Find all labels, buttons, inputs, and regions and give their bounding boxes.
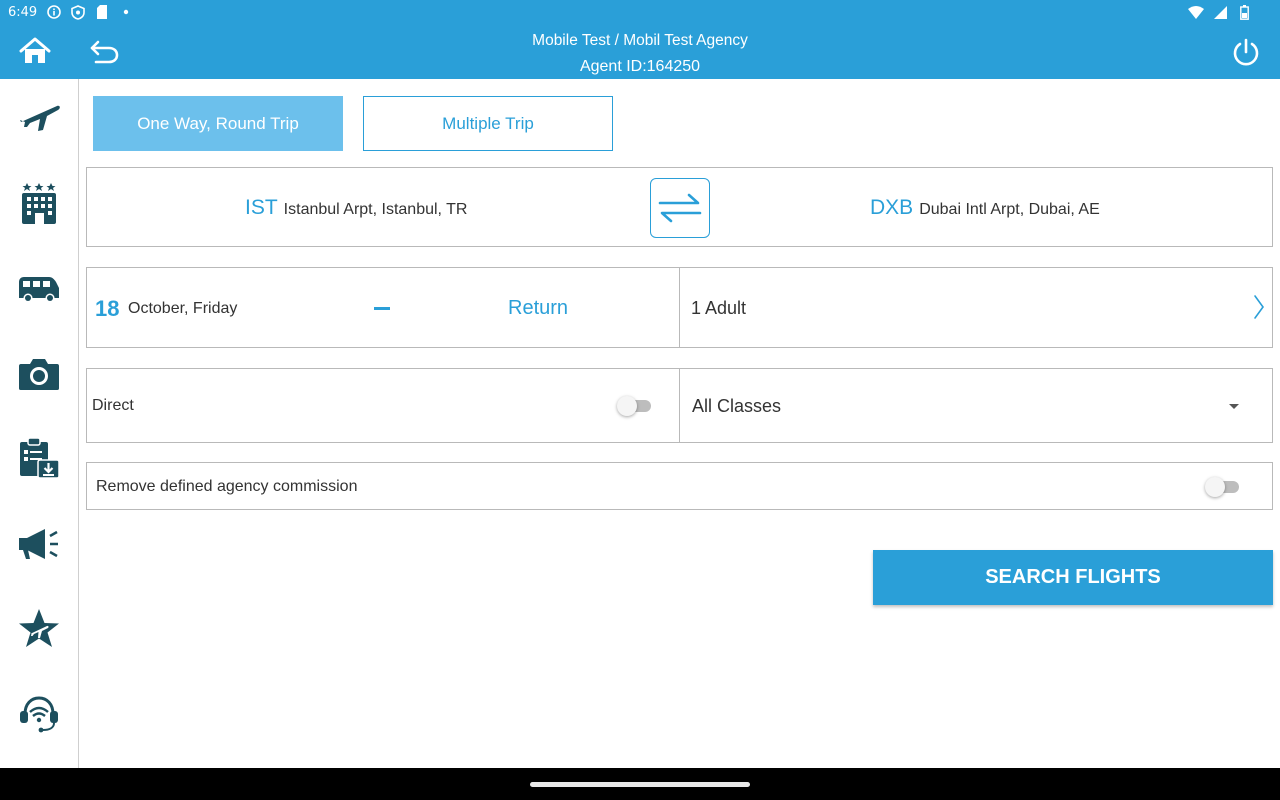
power-icon bbox=[1233, 38, 1259, 66]
depart-date-text[interactable]: October, Friday bbox=[128, 300, 237, 318]
sidebar bbox=[0, 79, 79, 768]
search-flights-button[interactable]: SEARCH FLIGHTS bbox=[873, 550, 1273, 605]
wifi-icon bbox=[1188, 4, 1204, 20]
sidebar-item-transfers[interactable] bbox=[14, 266, 64, 312]
dropdown-caret-icon bbox=[1229, 404, 1239, 409]
chevron-right-icon bbox=[1254, 295, 1264, 319]
tab-multiple-trip[interactable]: Multiple Trip bbox=[363, 96, 613, 151]
passenger-count: 1 Adult bbox=[691, 298, 747, 318]
commission-toggle[interactable] bbox=[1205, 476, 1239, 497]
dot-icon bbox=[118, 4, 134, 20]
agent-id: Agent ID:164250 bbox=[579, 58, 701, 75]
origin-city: Istanbul Arpt, Istanbul, TR bbox=[283, 201, 468, 218]
logout-button[interactable] bbox=[1230, 36, 1262, 68]
sidebar-item-hotels[interactable] bbox=[14, 180, 64, 226]
return-date-field[interactable]: Return bbox=[508, 297, 568, 320]
shield-icon bbox=[70, 4, 86, 20]
clipboard-download-icon bbox=[20, 437, 60, 479]
cabin-class-select[interactable]: All Classes bbox=[679, 368, 1273, 443]
route-selector: IST Istanbul Arpt, Istanbul, TR DXB Duba… bbox=[86, 167, 1273, 247]
status-icons-right bbox=[1188, 4, 1252, 20]
camera-icon bbox=[19, 359, 59, 390]
van-icon bbox=[19, 277, 59, 303]
commission-label: Remove defined agency commission bbox=[96, 478, 358, 495]
direct-label: Direct bbox=[92, 397, 134, 414]
status-bar: 6:49 bbox=[0, 0, 1280, 26]
app-header: 6:49 Mobile Test / Mobil Test Agency Age… bbox=[0, 0, 1280, 79]
hotel-icon bbox=[22, 183, 56, 224]
origin-code: IST bbox=[245, 196, 278, 219]
airplane-icon bbox=[20, 105, 60, 131]
sd-card-icon bbox=[94, 4, 110, 20]
destination-code: DXB bbox=[870, 196, 914, 219]
headset-icon bbox=[20, 696, 58, 733]
destination-city: Dubai Intl Arpt, Dubai, AE bbox=[919, 201, 1100, 218]
passenger-selector[interactable]: 1 Adult bbox=[679, 267, 1273, 348]
gesture-handle[interactable] bbox=[530, 782, 750, 787]
sidebar-item-bookings[interactable] bbox=[14, 435, 64, 481]
signal-icon bbox=[1212, 4, 1228, 20]
cabin-class-value: All Classes bbox=[692, 396, 782, 416]
status-icons-left bbox=[46, 4, 134, 20]
toggle-thumb bbox=[617, 396, 637, 416]
direct-toggle[interactable] bbox=[617, 395, 651, 416]
sidebar-item-support[interactable] bbox=[14, 691, 64, 737]
sidebar-item-favorites[interactable] bbox=[14, 606, 64, 652]
origin-field[interactable]: IST Istanbul Arpt, Istanbul, TR bbox=[245, 196, 467, 220]
date-separator bbox=[374, 307, 390, 310]
system-navigation-bar bbox=[0, 768, 1280, 800]
toggle-thumb bbox=[1205, 477, 1225, 497]
depart-day[interactable]: 18 bbox=[95, 296, 119, 322]
destination-field[interactable]: DXB Dubai Intl Arpt, Dubai, AE bbox=[870, 196, 1100, 220]
megaphone-icon bbox=[19, 529, 58, 559]
sidebar-item-tours[interactable] bbox=[14, 351, 64, 397]
tab-one-way-round-trip[interactable]: One Way, Round Trip bbox=[93, 96, 343, 151]
header-title: Mobile Test / Mobil Test Agency bbox=[532, 32, 748, 49]
swap-route-button[interactable] bbox=[650, 178, 710, 238]
star-plane-icon bbox=[19, 609, 59, 647]
sidebar-item-announcements[interactable] bbox=[14, 521, 64, 567]
commission-option: Remove defined agency commission bbox=[86, 462, 1273, 510]
status-time: 6:49 bbox=[8, 5, 38, 20]
info-icon bbox=[46, 4, 62, 20]
sidebar-item-flights[interactable] bbox=[14, 94, 64, 140]
direct-flight-option: Direct bbox=[86, 368, 680, 443]
battery-icon bbox=[1236, 4, 1252, 20]
date-selector: 18 October, Friday Return bbox=[86, 267, 680, 348]
swap-arrows-icon bbox=[658, 193, 702, 223]
